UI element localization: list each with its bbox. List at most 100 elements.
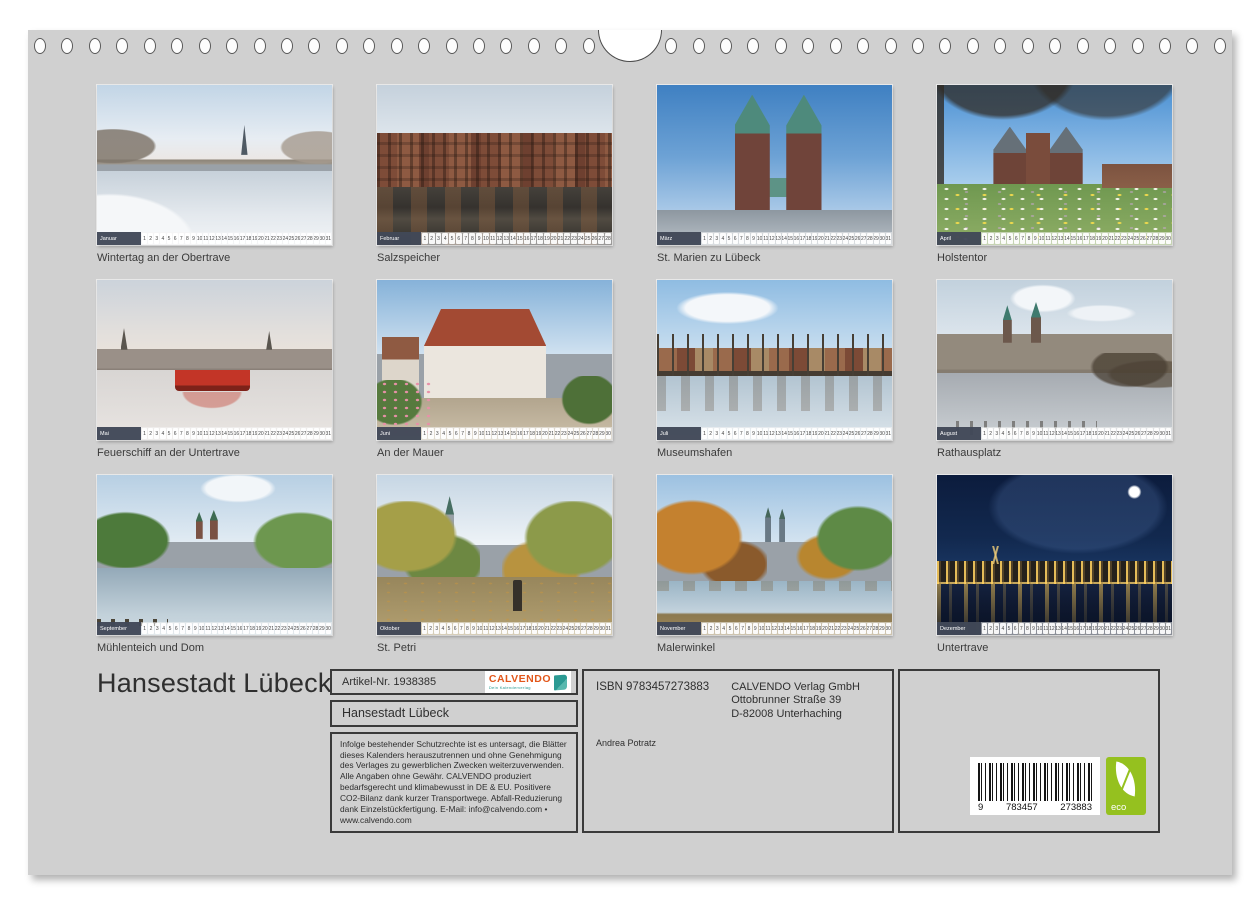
day-cell: 8 [469,233,475,244]
day-cell: 5 [167,233,172,244]
day-cell: 10 [197,428,202,439]
day-cell: 19 [812,233,817,244]
day-cell: 9 [191,428,196,439]
day-cell: 17 [520,623,525,634]
day-cell: 4 [1001,233,1006,244]
day-cell: 23 [837,233,842,244]
day-cell: 28 [873,623,878,634]
day-cell: 28 [1147,623,1152,634]
day-cell: 18 [250,623,255,634]
day-cell: 23 [277,233,282,244]
month-label: Februar [377,232,421,245]
day-cell: 21 [549,428,554,439]
day-cell: 10 [759,623,764,634]
day-cell: 5 [727,233,732,244]
day-cell: 30 [880,428,885,439]
day-cell: 1 [702,233,707,244]
article-number-box: Artikel-Nr. 1938385 CALVENDO Dein Kalend… [330,669,578,695]
day-cell: 3 [714,428,719,439]
day-cell: 20 [818,233,823,244]
barcode: 9 783457 273883 [970,757,1100,815]
thumbnail-august: August 123456789101112131415161718192021… [937,280,1172,475]
photo-caption: Untertrave [937,642,1172,654]
day-cell: 21 [825,428,830,439]
binding-hole [665,38,677,54]
photo-caption: Malerwinkel [657,642,892,654]
day-cell: 26 [855,233,860,244]
day-cell: 6 [173,233,178,244]
day-cell: 12 [1049,623,1054,634]
day-cell: 13 [1058,233,1063,244]
day-cell: 28 [593,428,598,439]
day-cell: 26 [1135,623,1140,634]
day-cell: 3 [994,428,999,439]
month-photo: Mai 123456789101112131415161718192021222… [97,280,332,440]
day-cell: 9 [1031,623,1036,634]
day-cell: 28 [867,428,872,439]
day-cell: 8 [185,233,190,244]
month-photo: Februar 12345678910111213141516171819202… [377,85,612,245]
day-cell: 8 [1026,233,1031,244]
day-cell: 6 [454,428,459,439]
binding-hole [281,38,293,54]
month-photo: November 1234567891011121314151617181920… [657,475,892,635]
calvendo-logo: CALVENDO Dein Kalenderverlag [485,671,571,693]
day-cell: 25 [289,233,294,244]
day-cell: 24 [568,428,573,439]
day-cell: 5 [1007,428,1012,439]
day-cell: 3 [715,623,720,634]
day-cell: 19 [816,623,821,634]
day-cell: 15 [791,623,796,634]
binding-hole [500,38,512,54]
day-cell: 27 [301,233,306,244]
day-cell: 2 [988,428,993,439]
calvendo-logo-tagline: Dein Kalenderverlag [489,686,551,690]
binding-hole [967,38,979,54]
day-cell: 14 [1064,233,1069,244]
day-cell: 30 [320,428,325,439]
day-cell: 21 [265,428,270,439]
day-cell: 28 [605,233,611,244]
binding-hole [61,38,73,54]
day-cell: 28 [587,623,592,634]
day-cell: 16 [1074,623,1079,634]
day-cell: 1 [702,623,707,634]
day-cell: 8 [746,623,751,634]
calendar-strip: April 1234567891011121314151617181920212… [937,232,1172,245]
day-cell: 5 [167,428,172,439]
day-cell: 6 [1013,623,1018,634]
day-cell: 26 [592,233,598,244]
day-cell: 7 [1020,233,1025,244]
day-cells: 1234567891011121314151617181920212223242… [421,427,612,440]
day-cell: 4 [160,233,165,244]
day-cell: 15 [1068,623,1073,634]
day-cell: 8 [745,233,750,244]
binding-hole [912,38,924,54]
day-cell: 17 [1083,233,1088,244]
day-cell: 27 [861,428,866,439]
day-cell: 20 [542,428,547,439]
eco-badge: eco [1106,757,1146,815]
day-cell: 28 [1153,233,1158,244]
day-cell: 29 [1159,233,1164,244]
eco-label: eco [1111,802,1126,813]
photo-midground [377,133,612,191]
day-cell: 29 [319,623,324,634]
day-cell: 10 [1037,623,1042,634]
day-cell: 3 [995,233,1000,244]
author-name: Andrea Potratz [596,738,880,748]
day-cell: 27 [1141,428,1146,439]
day-cell: 16 [517,428,522,439]
day-cell: 27 [587,428,592,439]
day-cell: 21 [825,233,830,244]
day-cells: 1234567891011121314151617181920212223242… [701,622,892,635]
day-cell: 2 [988,233,993,244]
day-cell: 29 [874,233,879,244]
day-cell: 6 [456,233,462,244]
photo-caption: Salzspeicher [377,252,612,264]
day-cells: 1234567891011121314151617181920212223242… [421,622,612,635]
imprint-left-column: Artikel-Nr. 1938385 CALVENDO Dein Kalend… [330,669,578,833]
day-cell: 29 [594,623,599,634]
day-cell: 23 [1117,428,1122,439]
day-cells: 1234567891011121314151617181920212223242… [141,622,332,635]
